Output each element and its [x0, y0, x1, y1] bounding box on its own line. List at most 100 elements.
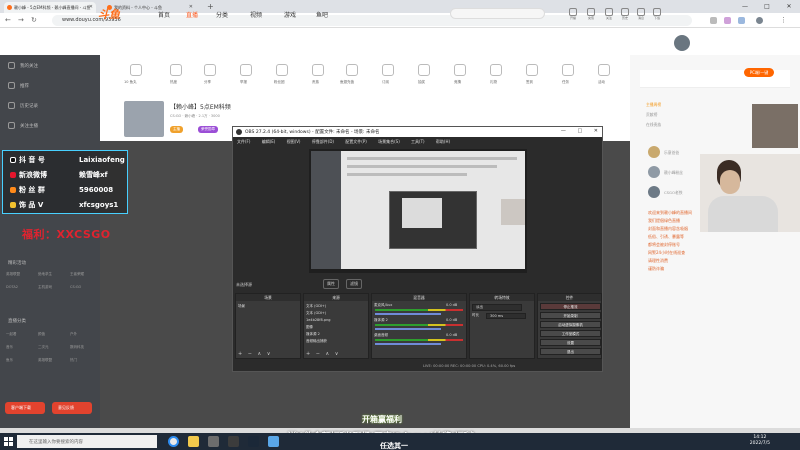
dock-footer-controls[interactable]: + − ∧ ∨ [306, 351, 340, 357]
fan-club-icon[interactable] [276, 64, 288, 76]
app-icon[interactable] [208, 436, 219, 447]
settings-button[interactable]: 设置 [540, 339, 601, 346]
sidebar-link[interactable]: 英雄联盟 [38, 358, 52, 363]
nav-live[interactable]: 直播 [186, 10, 198, 19]
extension-icon[interactable] [710, 17, 717, 24]
studio-mode-button[interactable]: 工作室模式 [540, 330, 601, 337]
minimize-icon[interactable]: — [734, 0, 756, 13]
source-item[interactable]: 音频输出捕获 [306, 339, 327, 344]
recharge-icon[interactable] [346, 64, 358, 76]
obs-menu-edit[interactable]: 编辑(E) [262, 139, 276, 144]
rank-tab[interactable]: 在线贵族 [646, 122, 661, 128]
header-message-icon[interactable]: 消息 [636, 8, 646, 20]
source-item[interactable]: 文本 (GDI+) [306, 304, 326, 309]
obs-menu-file[interactable]: 文件(F) [237, 139, 250, 144]
duration-input[interactable]: 300 ms [486, 313, 526, 319]
nav-video[interactable]: 视频 [250, 10, 262, 19]
transition-select[interactable]: 淡出 [472, 304, 522, 311]
event-icon[interactable] [598, 64, 610, 76]
source-item[interactable]: 媒体源 2 [306, 332, 320, 337]
sidebar-link[interactable]: 鱼乐 [6, 358, 13, 363]
steam-icon[interactable] [248, 436, 259, 447]
category-label[interactable]: 热度 [170, 80, 177, 85]
obs-icon[interactable] [228, 436, 239, 447]
menu-icon[interactable]: ⋮ [780, 16, 787, 24]
app-icon[interactable] [268, 436, 279, 447]
lottery-icon[interactable] [418, 64, 430, 76]
site-search-input[interactable] [450, 8, 545, 19]
anchor-avatar[interactable] [124, 101, 164, 137]
header-download-icon[interactable]: 下载 [652, 8, 662, 20]
sidebar-link[interactable]: 王者荣耀 [70, 272, 84, 277]
sidebar-item-recommend[interactable]: 推荐 [20, 83, 29, 89]
forward-icon[interactable]: → [18, 16, 24, 24]
obs-menu-scenes[interactable]: 场景集合(S) [378, 139, 400, 144]
share-icon[interactable] [204, 64, 216, 76]
category-label[interactable]: 10 鱼丸 [124, 80, 137, 85]
source-item[interactable]: 文本 (GDI+) [306, 311, 326, 316]
feedback-button[interactable]: 意见反馈 [52, 402, 92, 414]
category-label[interactable]: 粉丝团 [274, 80, 285, 85]
profile-icon[interactable] [756, 17, 763, 24]
refresh-icon[interactable]: ↻ [31, 16, 37, 24]
taskbar-search-input[interactable]: 在这里输入你要搜索的内容 [17, 435, 157, 448]
nav-game[interactable]: 游戏 [284, 10, 296, 19]
sidebar-link[interactable]: DOTA2 [6, 285, 18, 289]
sidebar-link[interactable]: 绝地求生 [38, 272, 52, 277]
sidebar-link[interactable]: 英雄联盟 [6, 272, 20, 277]
sidebar-item-follow[interactable]: 我的关注 [20, 63, 38, 69]
sidebar-link[interactable]: 数码科技 [70, 345, 84, 350]
obs-window[interactable]: OBS 27.2.4 (64-bit, windows) - 配置文件: 未命名… [232, 126, 603, 372]
gift-icon[interactable] [490, 64, 502, 76]
signin-icon[interactable] [526, 64, 538, 76]
source-item[interactable]: 图像 [306, 325, 313, 330]
sidebar-link[interactable]: 音乐 [6, 345, 13, 350]
close-window-icon[interactable]: ✕ [778, 0, 800, 13]
sidebar-item-anchors[interactable]: 关注主播 [20, 123, 38, 129]
rank-tab[interactable]: 主播周榜 [646, 102, 661, 108]
header-recharge-icon[interactable]: 充值 [586, 8, 596, 20]
maximize-icon[interactable]: □ [756, 0, 778, 13]
sidebar-link[interactable]: 热门 [70, 358, 77, 363]
category-label[interactable]: 任务 [562, 80, 569, 85]
rank-tab[interactable]: 贡献榜 [646, 112, 657, 118]
fan-avatar[interactable] [648, 186, 660, 198]
new-tab-icon[interactable]: + [207, 2, 214, 11]
volume-slider[interactable] [375, 328, 441, 330]
user-avatar[interactable] [674, 35, 690, 51]
category-label[interactable]: 竞猜 [454, 80, 461, 85]
category-label[interactable]: 鱼翅充值 [340, 80, 354, 85]
category-label[interactable]: 分享 [204, 80, 211, 85]
sidebar-link[interactable]: 颜值 [38, 332, 45, 337]
taskbar-clock[interactable]: 14:12 2022/7/5 [750, 435, 770, 447]
category-label[interactable]: 抽奖 [418, 80, 425, 85]
douyu-logo[interactable]: 斗鱼 [98, 6, 120, 22]
close-icon[interactable]: ✕ [89, 4, 93, 10]
back-icon[interactable]: ← [5, 16, 11, 24]
obs-menu-help[interactable]: 帮助(H) [436, 139, 450, 144]
sidebar-item-events[interactable]: 精彩活动 [8, 260, 26, 266]
nav-category[interactable]: 分类 [216, 10, 228, 19]
obs-window-controls[interactable]: — □ ✕ [561, 128, 598, 134]
sidebar-link[interactable]: CS:GO [70, 285, 81, 289]
category-label[interactable]: 举报 [240, 80, 247, 85]
category-label[interactable]: 活动 [598, 80, 605, 85]
download-client-button[interactable]: 客户端下载 [5, 402, 45, 414]
noble-icon[interactable] [312, 64, 324, 76]
url-input[interactable]: www.douyu.com/93936 [52, 15, 692, 26]
sidebar-link[interactable]: 一起看 [6, 332, 17, 337]
sidebar-item-history[interactable]: 历史记录 [20, 103, 38, 109]
volume-slider[interactable] [375, 343, 441, 345]
header-upload-icon[interactable]: 开播 [568, 8, 578, 20]
fan-avatar[interactable] [648, 166, 660, 178]
dock-footer-controls[interactable]: + − ∧ ∨ [238, 351, 272, 357]
category-label[interactable]: 签到 [526, 80, 533, 85]
folder-icon[interactable] [188, 436, 199, 447]
extension-icon[interactable] [724, 17, 731, 24]
filters-button[interactable]: 滤镜 [346, 279, 362, 289]
nav-home[interactable]: 首页 [158, 10, 170, 19]
category-label[interactable]: 礼物 [490, 80, 497, 85]
browser-tab-active[interactable]: 赖小峰 - 5点EM科频 - 赖小峰直播间 - 斗鱼 ✕ [4, 2, 96, 13]
chrome-icon[interactable] [168, 436, 179, 447]
category-label[interactable]: 贵族 [312, 80, 319, 85]
